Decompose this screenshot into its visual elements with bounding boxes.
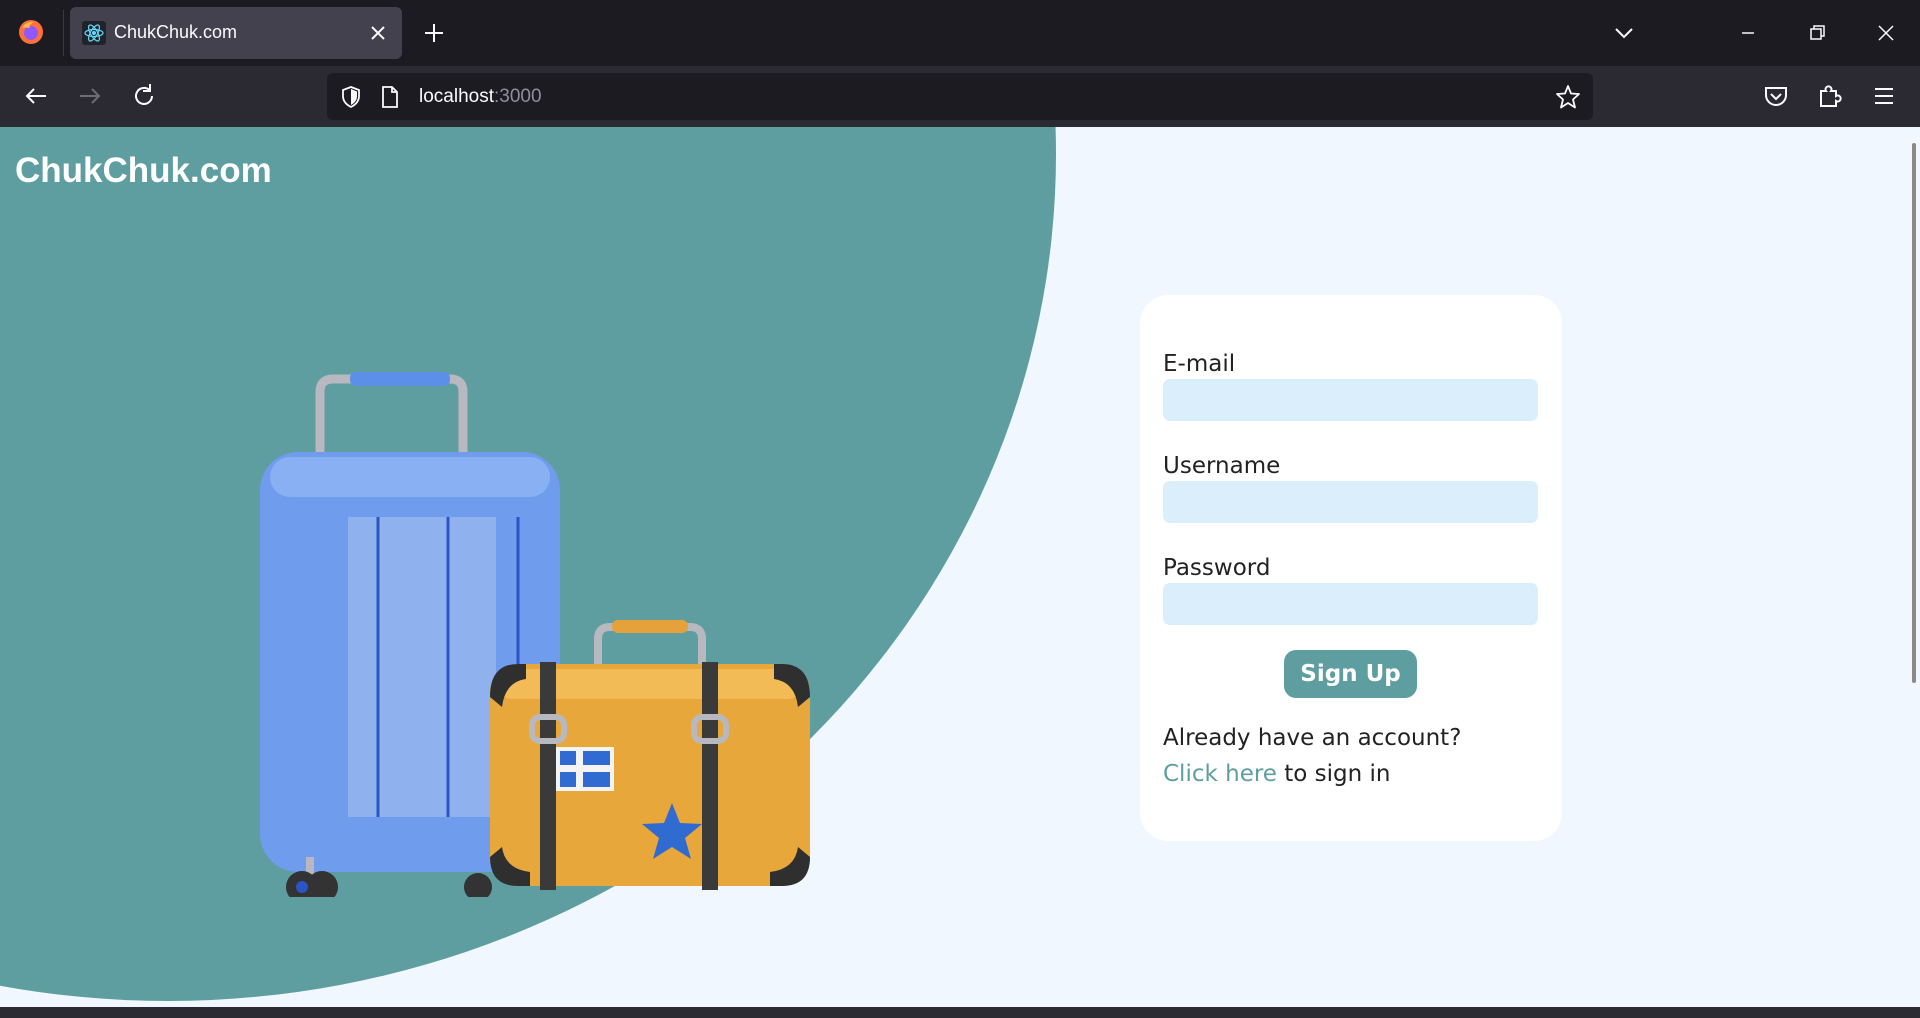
signin-suffix: to sign in [1276,761,1391,787]
url-host: localhost [419,86,494,107]
already-have-account-text: Already have an account? [1163,725,1462,751]
forward-arrow-icon[interactable] [74,80,106,112]
new-tab-plus-icon[interactable] [420,19,448,47]
pocket-icon[interactable] [1760,80,1792,112]
navigation-toolbar: localhost:3000 [0,66,1920,127]
password-label: Password [1163,555,1271,581]
username-label: Username [1163,453,1281,479]
tab-active[interactable]: ChukChuk.com [70,7,402,59]
tab-bar: ChukChuk.com [0,0,1920,66]
signup-card: E-mail Username Password Sign Up Already… [1140,295,1562,841]
url-port: :3000 [494,86,542,107]
extensions-puzzle-icon[interactable] [1814,80,1846,112]
tracking-protection-shield-icon[interactable] [339,85,363,109]
page-viewport: ChukChuk.com E-mail Username Password Si… [0,127,1920,1007]
signup-button[interactable]: Sign Up [1284,650,1417,698]
scrollbar-thumb[interactable] [1912,143,1916,683]
close-window-icon[interactable] [1872,19,1900,47]
window-bottom-edge [0,1007,1920,1018]
reload-icon[interactable] [128,80,160,112]
username-field[interactable] [1163,481,1538,523]
email-label: E-mail [1163,351,1236,377]
luggage-illustration [260,372,810,897]
react-favicon-icon [82,21,106,45]
list-tabs-chevron-down-icon[interactable] [1610,19,1638,47]
menu-hamburger-icon[interactable] [1868,80,1900,112]
firefox-logo-icon[interactable] [18,19,44,45]
url-bar[interactable]: localhost:3000 [327,73,1593,120]
back-arrow-icon[interactable] [20,80,52,112]
close-tab-icon[interactable] [364,19,392,47]
url-text[interactable]: localhost:3000 [419,86,542,108]
email-field[interactable] [1163,379,1538,421]
tab-title: ChukChuk.com [114,22,238,42]
minimize-window-icon[interactable] [1734,19,1762,47]
password-field[interactable] [1163,583,1538,625]
restore-window-icon[interactable] [1803,19,1831,47]
brand-logo-text[interactable]: ChukChuk.com [15,151,272,191]
signin-prompt: Click here to sign in [1163,761,1391,787]
signin-link[interactable]: Click here [1163,761,1277,787]
page-info-icon[interactable] [379,85,401,109]
bookmark-star-icon[interactable] [1555,84,1581,110]
tab-separator [63,10,64,56]
page-scrollbar[interactable] [1906,127,1920,1007]
